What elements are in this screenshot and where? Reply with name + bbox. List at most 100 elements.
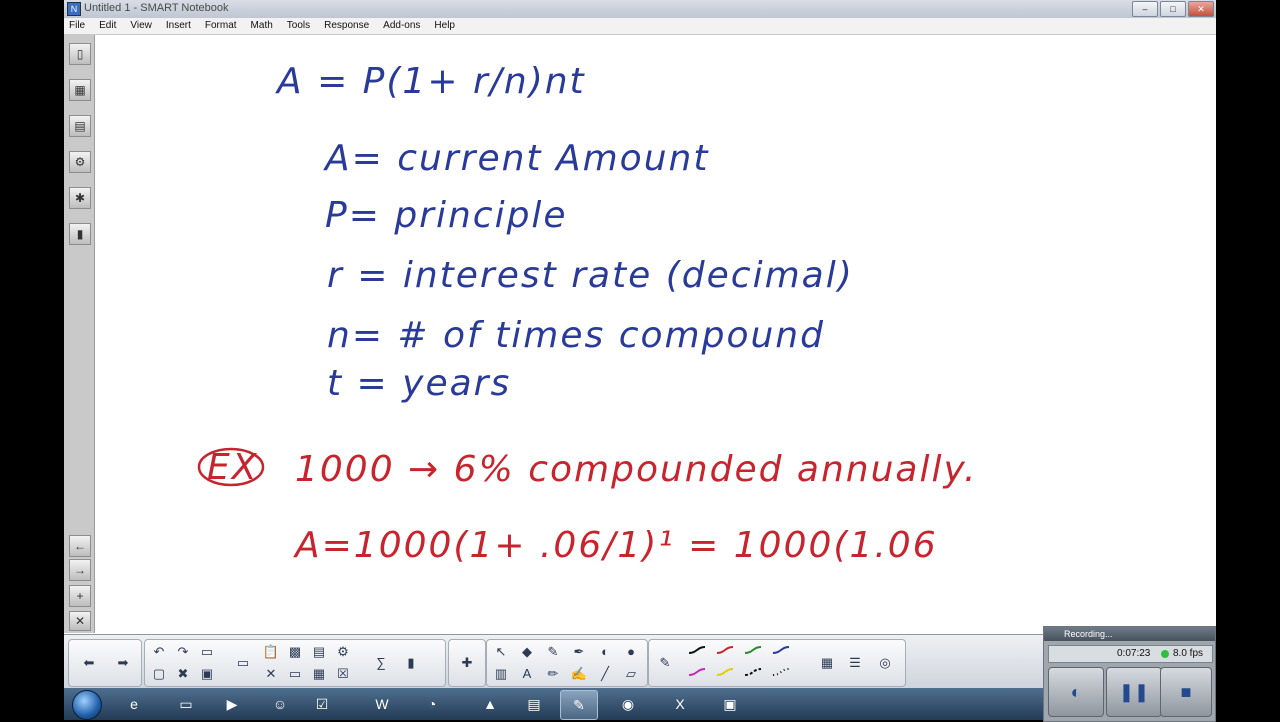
puzzle-icon[interactable]: ✚ [457, 653, 477, 673]
recorder-title: Recording... [1044, 627, 1215, 641]
magenta-line-swatch [688, 668, 706, 676]
menu-add-ons[interactable]: Add-ons [383, 18, 420, 34]
highlighter-icon[interactable]: ✏ [543, 664, 563, 684]
properties-icon[interactable]: ⚙ [69, 151, 91, 173]
next-page-button[interactable]: ➡ [113, 653, 133, 673]
response-tool-icon[interactable]: ▮ [401, 653, 421, 673]
line-style-swatches[interactable] [685, 641, 815, 685]
previous-page-button[interactable]: ⬅ [79, 653, 99, 673]
menu-help[interactable]: Help [434, 18, 455, 34]
response-icon[interactable]: ▮ [69, 223, 91, 245]
dashed-line-swatch [744, 668, 762, 676]
notebook-page-canvas[interactable]: A = P(1+ r/n)nt A= current Amount P= pri… [95, 35, 1216, 633]
menu-math[interactable]: Math [251, 18, 273, 34]
undo-icon[interactable]: ↶ [149, 642, 169, 662]
blue-line-swatch [772, 646, 790, 654]
pen-icon[interactable]: ✒ [569, 642, 589, 662]
attachments-icon[interactable]: ▤ [69, 115, 91, 137]
smart-notebook-task-icon[interactable]: ✎ [560, 690, 598, 720]
eraser-icon[interactable]: ◐ [595, 642, 615, 662]
side-tab-bar: ▯ ▦ ▤ ⚙ ✱ ▮ ← → + ✕ [64, 35, 95, 633]
example-label: EX [207, 447, 258, 488]
new-page-icon[interactable]: ▢ [149, 664, 169, 684]
previous-page-icon[interactable]: ← [69, 535, 91, 557]
save-icon[interactable]: ▣ [197, 664, 217, 684]
close-doc-icon[interactable]: ☒ [333, 664, 353, 684]
shapes-icon[interactable]: ◆ [517, 642, 537, 662]
close-button[interactable]: ✕ [1188, 1, 1214, 17]
start-button[interactable] [72, 690, 102, 720]
gallery-icon[interactable]: ▦ [69, 79, 91, 101]
game-app-icon[interactable]: ▲ [472, 690, 508, 718]
erase-all-icon[interactable]: ▱ [621, 664, 641, 684]
green-line-swatch [744, 646, 762, 654]
paste-icon[interactable]: 📋 [261, 642, 281, 662]
dotted-line-swatch [772, 668, 790, 676]
navigation-group: ⬅ ➡ [68, 639, 142, 687]
capture-icon[interactable]: ▩ [285, 642, 305, 662]
line-thickness-icon[interactable]: ☰ [845, 653, 865, 673]
pen-style-group: ✎ ▦ ☰ ◎ [648, 639, 906, 687]
color-palette-icon[interactable]: ▦ [817, 653, 837, 673]
minimize-button[interactable]: – [1132, 1, 1158, 17]
compound-interest-formula: A = P(1+ r/n)nt [275, 61, 586, 102]
media-player-icon[interactable]: ▶ [214, 690, 250, 718]
redo-icon[interactable]: ↷ [173, 642, 193, 662]
definition-a: A= current Amount [323, 138, 709, 179]
maximize-button[interactable]: □ [1160, 1, 1186, 17]
internet-explorer-icon[interactable]: e [116, 690, 152, 718]
add-ons-group: ✚ [448, 639, 486, 687]
recorder-fps: 8.0 fps [1173, 648, 1204, 659]
word-icon[interactable]: W [364, 690, 400, 718]
recording-indicator-icon [1161, 650, 1169, 658]
pen-style-icon[interactable]: ✎ [655, 653, 675, 673]
definition-t: t = years [327, 363, 511, 404]
recorder-webcam-button[interactable]: ◐ [1048, 667, 1104, 717]
screen-shade-icon[interactable]: ▭ [233, 653, 253, 673]
add-page-icon[interactable]: + [69, 585, 91, 607]
menu-insert[interactable]: Insert [166, 18, 191, 34]
delete-icon[interactable]: ✖ [173, 664, 193, 684]
select-icon[interactable]: ↖ [491, 642, 511, 662]
menu-file[interactable]: File [69, 18, 85, 34]
chrome-icon[interactable]: ◉ [610, 690, 646, 718]
checklist-app-icon[interactable]: ☑ [304, 690, 340, 718]
magic-pen-icon[interactable]: ✎ [543, 642, 563, 662]
screen-recorder-task-icon[interactable]: ▣ [712, 690, 748, 718]
file-app-icon[interactable]: ▤ [516, 690, 552, 718]
menu-tools[interactable]: Tools [287, 18, 310, 34]
next-page-icon[interactable]: → [69, 559, 91, 581]
menu-edit[interactable]: Edit [99, 18, 116, 34]
text-icon[interactable]: A [517, 664, 537, 684]
zoom-icon[interactable]: ⚙ [333, 642, 353, 662]
open-icon[interactable]: ▭ [197, 642, 217, 662]
display-icon[interactable]: ▭ [285, 664, 305, 684]
yellow-line-swatch [716, 668, 734, 676]
red-line-swatch [716, 646, 734, 654]
line-icon[interactable]: ╱ [595, 664, 615, 684]
math-tools-icon[interactable]: ∑ [371, 653, 391, 673]
smart-notebook-icon: N [67, 2, 81, 16]
dashboard-app-icon[interactable]: ◔ [414, 690, 450, 718]
transparency-icon[interactable]: ◎ [875, 653, 895, 673]
clear-icon[interactable]: ✕ [261, 664, 281, 684]
menu-format[interactable]: Format [205, 18, 237, 34]
recorder-pause-button[interactable]: ❚❚ [1106, 667, 1162, 717]
menu-response[interactable]: Response [324, 18, 369, 34]
table-icon[interactable]: ▤ [309, 642, 329, 662]
grid-icon[interactable]: ▦ [309, 664, 329, 684]
file-edit-group: ↶ ↷ ▭ ▢ ✖ ▣ ▭ 📋 ▩ ▤ ⚙ ✕ ▭ ▦ ☒ ∑ ▮ [144, 639, 446, 687]
creative-pen-icon[interactable]: ✍ [569, 664, 589, 684]
lines-icon[interactable]: ▥ [491, 664, 511, 684]
definition-p: P= principle [325, 195, 568, 236]
contacts-app-icon[interactable]: ☺ [262, 690, 298, 718]
page-sorter-icon[interactable]: ▯ [69, 43, 91, 65]
excel-icon[interactable]: X [662, 690, 698, 718]
fill-icon[interactable]: ● [621, 642, 641, 662]
add-ons-icon[interactable]: ✱ [69, 187, 91, 209]
file-explorer-icon[interactable]: ▭ [168, 690, 204, 718]
definition-r: r = interest rate (decimal) [327, 255, 854, 296]
delete-page-icon[interactable]: ✕ [69, 611, 91, 631]
recorder-stop-button[interactable]: ■ [1160, 667, 1212, 717]
menu-view[interactable]: View [130, 18, 152, 34]
